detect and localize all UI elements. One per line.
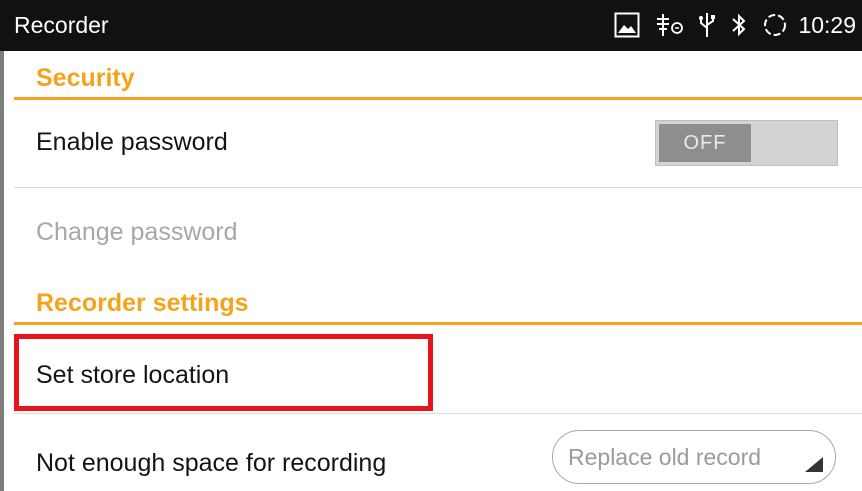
status-bar: Recorder 10:29 bbox=[0, 0, 862, 51]
change-password-label: Change password bbox=[36, 218, 238, 246]
toggle-knob: OFF bbox=[659, 124, 751, 162]
usb-debug-icon bbox=[654, 12, 684, 38]
usb-icon bbox=[698, 12, 716, 38]
not-enough-space-label: Not enough space for recording bbox=[36, 449, 387, 477]
highlight-box bbox=[14, 334, 433, 411]
section-header-recorder-settings: Recorder settings bbox=[14, 276, 862, 325]
image-icon bbox=[614, 12, 640, 38]
enable-password-toggle[interactable]: OFF bbox=[655, 120, 838, 166]
section-header-security: Security bbox=[14, 51, 862, 100]
clock: 10:29 bbox=[798, 11, 856, 38]
section-title-security: Security bbox=[36, 64, 135, 92]
app-title: Recorder bbox=[14, 12, 109, 38]
left-edge bbox=[0, 51, 4, 491]
dropdown-caret-icon bbox=[804, 452, 824, 479]
change-password-row: Change password bbox=[14, 188, 862, 276]
enable-password-label: Enable password bbox=[36, 128, 228, 156]
status-icons: 10:29 bbox=[600, 10, 856, 40]
select-value: Replace old record bbox=[568, 444, 762, 470]
sync-icon bbox=[762, 12, 788, 38]
not-enough-space-select[interactable]: Replace old record bbox=[552, 430, 836, 484]
bluetooth-icon bbox=[730, 12, 748, 38]
section-title-recorder-settings: Recorder settings bbox=[36, 289, 249, 317]
